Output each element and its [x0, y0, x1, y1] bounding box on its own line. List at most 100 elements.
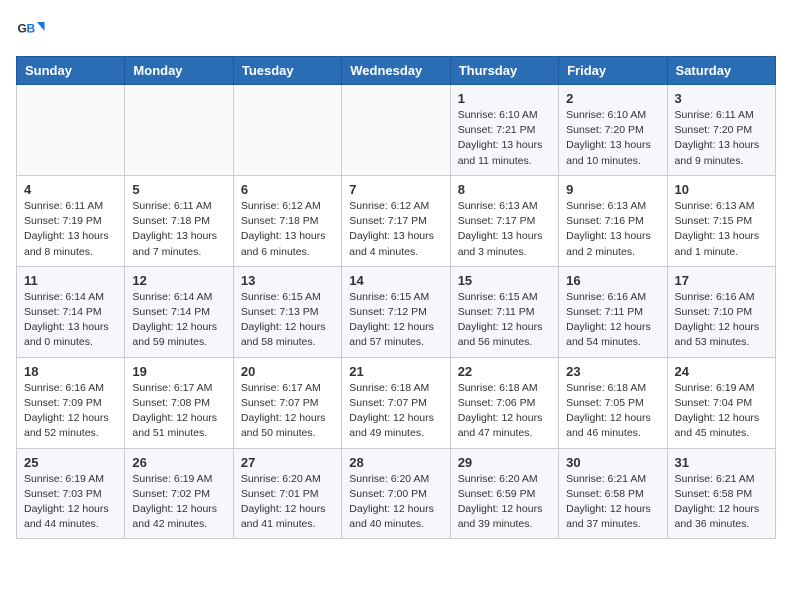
day-info: Sunrise: 6:11 AMSunset: 7:20 PMDaylight:…	[675, 108, 768, 169]
day-number: 19	[132, 364, 225, 379]
day-info: Sunrise: 6:11 AMSunset: 7:18 PMDaylight:…	[132, 199, 225, 260]
day-number: 12	[132, 273, 225, 288]
day-info: Sunrise: 6:15 AMSunset: 7:12 PMDaylight:…	[349, 290, 442, 351]
day-info: Sunrise: 6:17 AMSunset: 7:08 PMDaylight:…	[132, 381, 225, 442]
day-number: 2	[566, 91, 659, 106]
day-info: Sunrise: 6:13 AMSunset: 7:16 PMDaylight:…	[566, 199, 659, 260]
day-number: 7	[349, 182, 442, 197]
weekday-header-cell: Saturday	[667, 57, 775, 85]
calendar-cell: 6 Sunrise: 6:12 AMSunset: 7:18 PMDaylight…	[233, 175, 341, 266]
day-info: Sunrise: 6:15 AMSunset: 7:13 PMDaylight:…	[241, 290, 334, 351]
calendar-cell: 11 Sunrise: 6:14 AMSunset: 7:14 PMDayligh…	[17, 266, 125, 357]
day-number: 29	[458, 455, 551, 470]
day-info: Sunrise: 6:19 AMSunset: 7:02 PMDaylight:…	[132, 472, 225, 533]
day-number: 21	[349, 364, 442, 379]
logo-icon: G B	[16, 16, 46, 46]
calendar-week-row: 4Sunrise: 6:11 AMSunset: 7:19 PMDaylight…	[17, 175, 776, 266]
day-info: Sunrise: 6:16 AMSunset: 7:10 PMDaylight:…	[675, 290, 768, 351]
day-info: Sunrise: 6:13 AMSunset: 7:15 PMDaylight:…	[675, 199, 768, 260]
weekday-header-cell: Wednesday	[342, 57, 450, 85]
day-number: 28	[349, 455, 442, 470]
day-number: 3	[675, 91, 768, 106]
day-info: Sunrise: 6:16 AMSunset: 7:11 PMDaylight:…	[566, 290, 659, 351]
day-info: Sunrise: 6:10 AMSunset: 7:21 PMDaylight:…	[458, 108, 551, 169]
day-number: 27	[241, 455, 334, 470]
day-number: 10	[675, 182, 768, 197]
day-number: 23	[566, 364, 659, 379]
calendar-cell: 3 Sunrise: 6:11 AMSunset: 7:20 PMDaylight…	[667, 85, 775, 176]
calendar-cell	[342, 85, 450, 176]
day-info: Sunrise: 6:14 AMSunset: 7:14 PMDaylight:…	[24, 290, 117, 351]
calendar-cell: 12 Sunrise: 6:14 AMSunset: 7:14 PMDayligh…	[125, 266, 233, 357]
day-number: 31	[675, 455, 768, 470]
day-number: 16	[566, 273, 659, 288]
svg-text:G: G	[18, 22, 27, 36]
day-number: 1	[458, 91, 551, 106]
calendar-cell: 26 Sunrise: 6:19 AMSunset: 7:02 PMDayligh…	[125, 448, 233, 539]
calendar-cell: 5 Sunrise: 6:11 AMSunset: 7:18 PMDaylight…	[125, 175, 233, 266]
calendar-cell: 28 Sunrise: 6:20 AMSunset: 7:00 PMDayligh…	[342, 448, 450, 539]
day-info: Sunrise: 6:20 AMSunset: 7:01 PMDaylight:…	[241, 472, 334, 533]
calendar-cell: 7 Sunrise: 6:12 AMSunset: 7:17 PMDaylight…	[342, 175, 450, 266]
day-number: 5	[132, 182, 225, 197]
day-info: Sunrise: 6:20 AMSunset: 7:00 PMDaylight:…	[349, 472, 442, 533]
day-info: Sunrise: 6:19 AMSunset: 7:03 PMDaylight:…	[24, 472, 117, 533]
day-info: Sunrise: 6:21 AMSunset: 6:58 PMDaylight:…	[675, 472, 768, 533]
day-number: 8	[458, 182, 551, 197]
day-info: Sunrise: 6:18 AMSunset: 7:07 PMDaylight:…	[349, 381, 442, 442]
calendar-cell: 16 Sunrise: 6:16 AMSunset: 7:11 PMDayligh…	[559, 266, 667, 357]
day-info: Sunrise: 6:14 AMSunset: 7:14 PMDaylight:…	[132, 290, 225, 351]
day-info: Sunrise: 6:18 AMSunset: 7:06 PMDaylight:…	[458, 381, 551, 442]
day-info: Sunrise: 6:15 AMSunset: 7:11 PMDaylight:…	[458, 290, 551, 351]
day-number: 17	[675, 273, 768, 288]
day-info: Sunrise: 6:12 AMSunset: 7:17 PMDaylight:…	[349, 199, 442, 260]
day-number: 15	[458, 273, 551, 288]
weekday-header-cell: Friday	[559, 57, 667, 85]
day-number: 18	[24, 364, 117, 379]
day-number: 9	[566, 182, 659, 197]
day-number: 26	[132, 455, 225, 470]
day-info: Sunrise: 6:12 AMSunset: 7:18 PMDaylight:…	[241, 199, 334, 260]
calendar-cell: 13Sunrise: 6:15 AMSunset: 7:13 PMDayligh…	[233, 266, 341, 357]
calendar-table: SundayMondayTuesdayWednesdayThursdayFrid…	[16, 56, 776, 539]
page-header: G B	[16, 16, 776, 46]
weekday-header-cell: Monday	[125, 57, 233, 85]
calendar-cell: 25 Sunrise: 6:19 AMSunset: 7:03 PMDayligh…	[17, 448, 125, 539]
calendar-week-row: 25 Sunrise: 6:19 AMSunset: 7:03 PMDayligh…	[17, 448, 776, 539]
day-info: Sunrise: 6:11 AMSunset: 7:19 PMDaylight:…	[24, 199, 117, 260]
calendar-cell	[125, 85, 233, 176]
calendar-cell: 31 Sunrise: 6:21 AMSunset: 6:58 PMDayligh…	[667, 448, 775, 539]
logo: G B	[16, 16, 50, 46]
weekday-header-row: SundayMondayTuesdayWednesdayThursdayFrid…	[17, 57, 776, 85]
day-number: 11	[24, 273, 117, 288]
calendar-cell: 17 Sunrise: 6:16 AMSunset: 7:10 PMDayligh…	[667, 266, 775, 357]
day-number: 24	[675, 364, 768, 379]
calendar-cell	[233, 85, 341, 176]
calendar-cell: 19 Sunrise: 6:17 AMSunset: 7:08 PMDayligh…	[125, 357, 233, 448]
svg-text:B: B	[27, 22, 36, 36]
day-info: Sunrise: 6:17 AMSunset: 7:07 PMDaylight:…	[241, 381, 334, 442]
calendar-cell: 4Sunrise: 6:11 AMSunset: 7:19 PMDaylight…	[17, 175, 125, 266]
calendar-week-row: 11 Sunrise: 6:14 AMSunset: 7:14 PMDayligh…	[17, 266, 776, 357]
day-number: 22	[458, 364, 551, 379]
calendar-cell: 14Sunrise: 6:15 AMSunset: 7:12 PMDayligh…	[342, 266, 450, 357]
day-number: 6	[241, 182, 334, 197]
calendar-cell: 8Sunrise: 6:13 AMSunset: 7:17 PMDaylight…	[450, 175, 558, 266]
calendar-cell: 9 Sunrise: 6:13 AMSunset: 7:16 PMDaylight…	[559, 175, 667, 266]
day-info: Sunrise: 6:19 AMSunset: 7:04 PMDaylight:…	[675, 381, 768, 442]
calendar-body: 1 Sunrise: 6:10 AMSunset: 7:21 PMDaylight…	[17, 85, 776, 539]
day-number: 20	[241, 364, 334, 379]
day-info: Sunrise: 6:10 AMSunset: 7:20 PMDaylight:…	[566, 108, 659, 169]
calendar-cell: 10 Sunrise: 6:13 AMSunset: 7:15 PMDayligh…	[667, 175, 775, 266]
day-number: 30	[566, 455, 659, 470]
calendar-cell: 22 Sunrise: 6:18 AMSunset: 7:06 PMDayligh…	[450, 357, 558, 448]
day-number: 25	[24, 455, 117, 470]
day-info: Sunrise: 6:21 AMSunset: 6:58 PMDaylight:…	[566, 472, 659, 533]
day-info: Sunrise: 6:16 AMSunset: 7:09 PMDaylight:…	[24, 381, 117, 442]
calendar-cell: 2 Sunrise: 6:10 AMSunset: 7:20 PMDaylight…	[559, 85, 667, 176]
calendar-cell: 20 Sunrise: 6:17 AMSunset: 7:07 PMDayligh…	[233, 357, 341, 448]
calendar-cell: 15 Sunrise: 6:15 AMSunset: 7:11 PMDayligh…	[450, 266, 558, 357]
day-info: Sunrise: 6:20 AMSunset: 6:59 PMDaylight:…	[458, 472, 551, 533]
calendar-cell: 1 Sunrise: 6:10 AMSunset: 7:21 PMDaylight…	[450, 85, 558, 176]
weekday-header-cell: Tuesday	[233, 57, 341, 85]
